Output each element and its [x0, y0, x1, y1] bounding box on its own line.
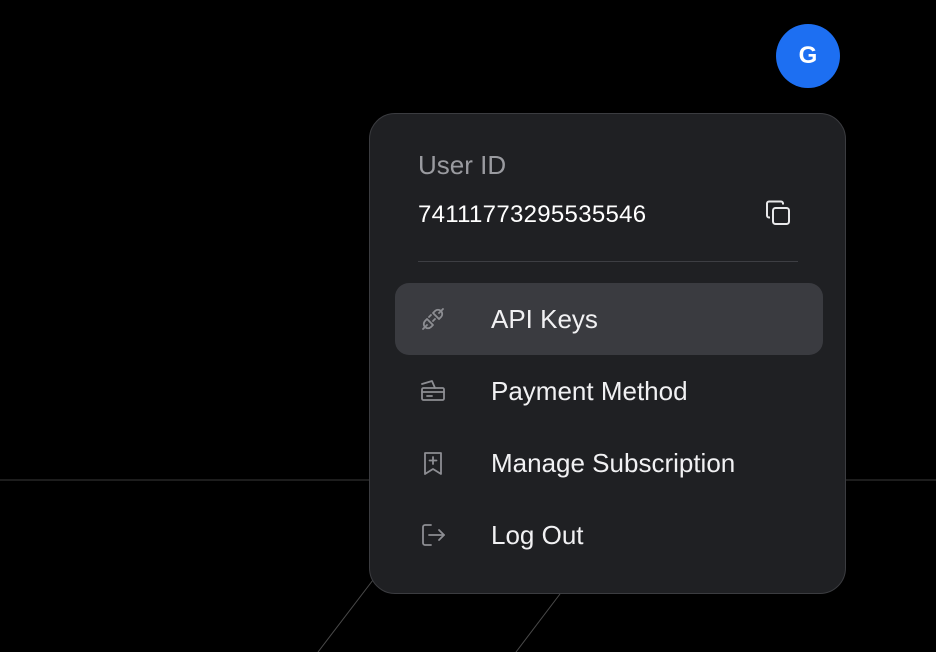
logout-icon [419, 521, 447, 549]
bookmark-plus-icon [419, 449, 447, 477]
menu-item-manage-subscription[interactable]: Manage Subscription [395, 427, 823, 499]
user-dropdown-menu: User ID 74111773295535546 API Keys Payme… [369, 113, 846, 594]
payment-card-icon [419, 377, 447, 405]
menu-item-label: Manage Subscription [491, 447, 736, 478]
avatar-initial: G [798, 42, 818, 69]
menu-item-payment-method[interactable]: Payment Method [395, 355, 823, 427]
plug-icon [419, 305, 447, 333]
user-id-label: User ID [418, 150, 507, 180]
copy-icon [766, 200, 790, 225]
menu-item-label: Payment Method [491, 375, 688, 406]
menu-divider [418, 261, 798, 262]
user-avatar-button[interactable]: G [776, 24, 840, 88]
menu-item-label: Log Out [491, 519, 584, 550]
menu-item-log-out[interactable]: Log Out [395, 499, 823, 571]
copy-user-id-button[interactable] [758, 193, 798, 233]
user-id-value: 74111773295535546 [418, 201, 647, 228]
menu-item-label: API Keys [491, 303, 598, 334]
menu-item-api-keys[interactable]: API Keys [395, 283, 823, 355]
